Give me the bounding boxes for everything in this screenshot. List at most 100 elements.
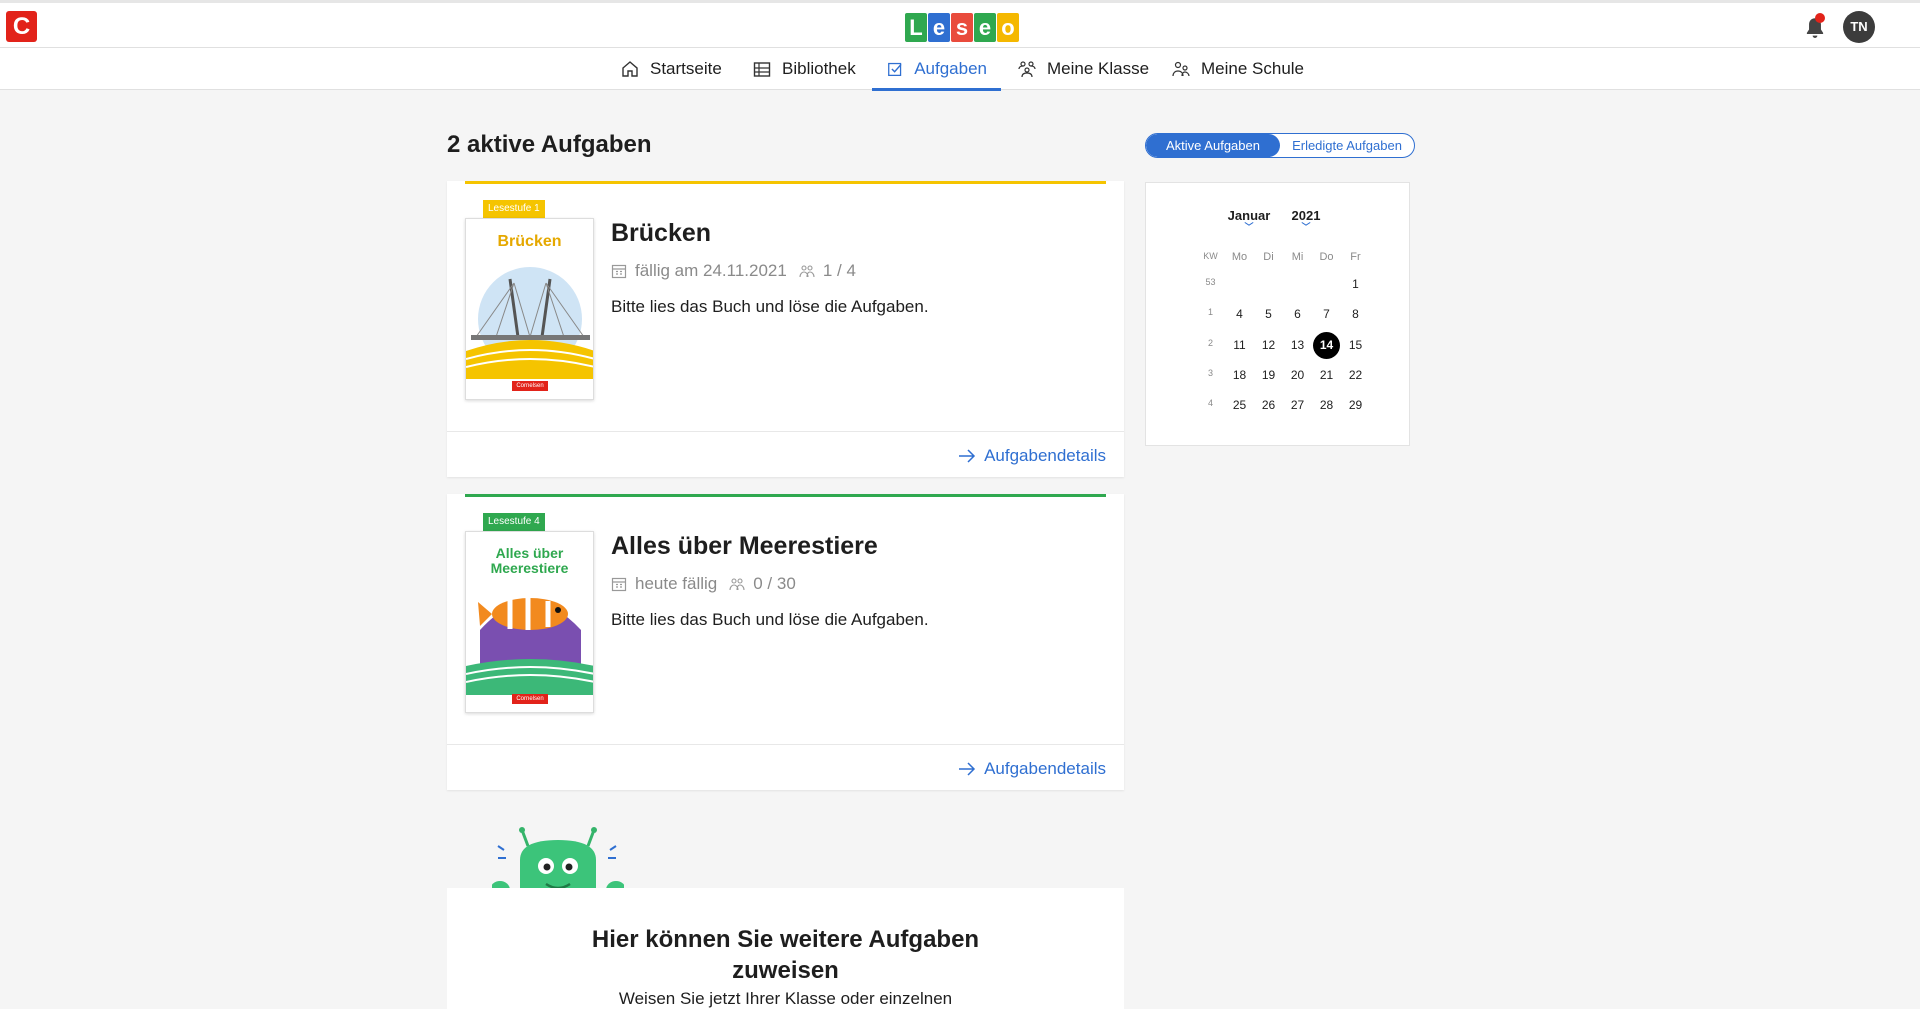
week-number: 3 [1207, 368, 1213, 378]
promo-title-line: zuweisen [732, 957, 839, 984]
notification-dot [1815, 13, 1825, 23]
calendar: Januar ﹀ 2021 ﹀ KW Mo Di Mi Do Fr 53 1 1… [1145, 182, 1410, 446]
details-label: Aufgabendetails [984, 446, 1106, 465]
calendar-day[interactable]: 18 [1225, 368, 1254, 382]
cover-title: Brücken [497, 233, 562, 250]
progress-count: 1 / 4 [822, 261, 856, 280]
calendar-day[interactable] [1225, 277, 1254, 291]
calendar-day[interactable]: 15 [1341, 338, 1370, 359]
nav-aufgaben[interactable]: Aufgaben [872, 48, 1001, 91]
promo-title: Hier können Sie weitere Aufgaben zuweise… [447, 924, 1124, 986]
nav-label: Meine Klasse [1047, 59, 1150, 78]
year-label: 2021 [1291, 208, 1321, 223]
divider [447, 744, 1124, 745]
year-select[interactable]: 2021 ﹀ [1286, 208, 1326, 232]
task-card: Lesestufe 1 Brücken Cornelsen Brücken fä… [447, 181, 1124, 477]
weekday-label: Di [1263, 251, 1274, 263]
task-meta: heute fällig 0 / 30 [611, 574, 796, 594]
bridge-illustration [466, 267, 593, 379]
promo-title-line: Hier können Sie weitere Aufgaben [591, 926, 980, 953]
calendar-day[interactable] [1312, 277, 1341, 291]
calendar-day[interactable]: 28 [1312, 398, 1341, 412]
calendar-week: 3 18 19 20 21 22 [1196, 368, 1370, 382]
calendar-day[interactable]: 25 [1225, 398, 1254, 412]
calendar-day[interactable]: 7 [1312, 307, 1341, 321]
students-icon [799, 265, 815, 278]
month-select[interactable]: Januar ﹀ [1218, 208, 1280, 232]
calendar-day[interactable]: 19 [1254, 368, 1283, 382]
calendar-day[interactable]: 21 [1312, 368, 1341, 382]
calendar-day[interactable] [1254, 277, 1283, 291]
task-filter-toggle: Aktive Aufgaben Erledigte Aufgaben [1145, 133, 1415, 158]
nav-bibliothek[interactable]: Bibliothek [738, 48, 870, 90]
school-icon [1172, 61, 1190, 77]
calendar-day[interactable]: 8 [1341, 307, 1370, 321]
task-description: Bitte lies das Buch und löse die Aufgabe… [611, 610, 929, 629]
nav-startseite[interactable]: Startseite [606, 48, 736, 90]
user-avatar[interactable]: TN [1843, 11, 1875, 43]
calendar-day[interactable]: 5 [1254, 307, 1283, 321]
level-badge: Lesestufe 4 [483, 513, 545, 531]
calendar-day[interactable]: 22 [1341, 368, 1370, 382]
active-tasks-tab[interactable]: Aktive Aufgaben [1146, 134, 1280, 157]
task-card: Lesestufe 4 Alles über Meerestiere Corne… [447, 494, 1124, 790]
publisher-logo: Cornelsen [512, 694, 548, 704]
cornelsen-logo[interactable]: C [6, 11, 37, 42]
calendar-week: 53 1 [1196, 277, 1370, 291]
calendar-header: KW Mo Di Mi Do Fr [1196, 251, 1370, 263]
clownfish-illustration [466, 598, 593, 695]
main-nav: Startseite Bibliothek Aufgaben Meine Kla… [0, 48, 1920, 91]
due-date: fällig am 24.11.2021 [635, 261, 787, 280]
progress-count: 0 / 30 [753, 574, 796, 593]
calendar-day-today[interactable]: 14 [1313, 332, 1340, 359]
assign-more-tasks-card: Hier können Sie weitere Aufgaben zuweise… [447, 888, 1124, 1009]
details-label: Aufgabendetails [984, 759, 1106, 778]
leseo-letter: s [951, 13, 973, 42]
calendar-day[interactable]: 27 [1283, 398, 1312, 412]
task-details-link[interactable]: Aufgabendetails [958, 759, 1106, 779]
task-title[interactable]: Alles über Meerestiere [611, 532, 878, 561]
calendar-day[interactable]: 1 [1341, 277, 1370, 291]
week-number: 53 [1205, 277, 1216, 287]
publisher-logo: Cornelsen [512, 381, 548, 391]
calendar-day[interactable]: 13 [1283, 338, 1312, 359]
leseo-letter: e [928, 13, 950, 42]
calendar-day[interactable]: 11 [1225, 338, 1254, 359]
calendar-day[interactable]: 20 [1283, 368, 1312, 382]
task-details-link[interactable]: Aufgabendetails [958, 446, 1106, 466]
cover-title-line: Meerestiere [490, 560, 569, 576]
book-cover[interactable]: Brücken Cornelsen [465, 218, 594, 400]
weekday-label: Fr [1350, 251, 1361, 263]
leseo-logo[interactable]: L e s e o [905, 13, 1019, 42]
calendar-week: 2 11 12 13 14 15 [1196, 332, 1370, 359]
month-label: Januar [1227, 208, 1271, 223]
calendar-day[interactable]: 6 [1283, 307, 1312, 321]
level-band [465, 494, 1106, 497]
level-band [465, 181, 1106, 184]
arrow-right-icon [959, 762, 976, 776]
calendar-day[interactable] [1283, 277, 1312, 291]
library-icon [753, 62, 771, 77]
calendar-icon [611, 264, 627, 279]
chevron-down-icon: ﹀ [1244, 222, 1254, 232]
cover-title: Alles über Meerestiere [466, 546, 593, 576]
calendar-icon [611, 577, 627, 592]
arrow-right-icon [959, 449, 976, 463]
week-number: 4 [1207, 398, 1213, 408]
calendar-day[interactable]: 4 [1225, 307, 1254, 321]
page-title: 2 aktive Aufgaben [447, 131, 652, 158]
weekday-label: Mi [1291, 251, 1304, 263]
task-title[interactable]: Brücken [611, 219, 711, 248]
nav-label: Bibliothek [782, 59, 856, 78]
nav-label: Aufgaben [914, 59, 987, 78]
weekday-label: KW [1203, 251, 1218, 261]
book-cover[interactable]: Alles über Meerestiere Cornelsen [465, 531, 594, 713]
task-description: Bitte lies das Buch und löse die Aufgabe… [611, 297, 929, 316]
nav-meine-schule[interactable]: Meine Schule [1157, 48, 1318, 90]
done-tasks-tab[interactable]: Erledigte Aufgaben [1280, 134, 1414, 157]
calendar-day[interactable]: 29 [1341, 398, 1370, 412]
calendar-day[interactable]: 26 [1254, 398, 1283, 412]
nav-meine-klasse[interactable]: Meine Klasse [1003, 48, 1163, 90]
students-icon [729, 578, 745, 591]
calendar-day[interactable]: 12 [1254, 338, 1283, 359]
